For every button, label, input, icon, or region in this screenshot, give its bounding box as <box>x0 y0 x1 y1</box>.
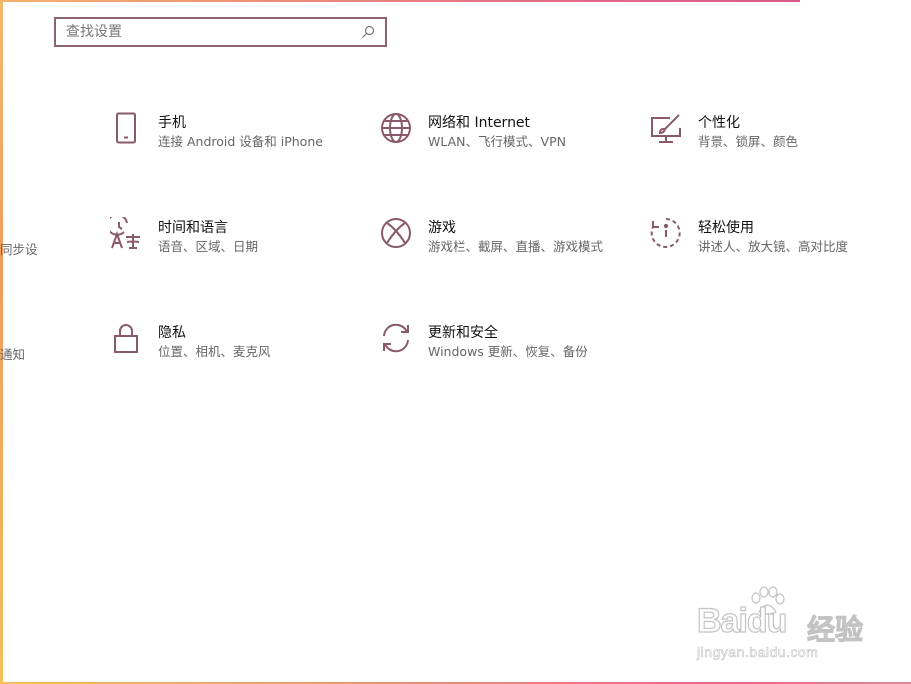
tile-desc: 连接 Android 设备和 iPhone <box>158 134 323 149</box>
window-edge-left <box>0 0 3 684</box>
tile-desc: 讲述人、放大镜、高对比度 <box>698 239 849 254</box>
tile-personalization[interactable]: 个性化 背景、锁屏、颜色 <box>650 112 798 151</box>
paintbrush-monitor-icon <box>650 112 682 144</box>
tile-title: 隐私 <box>158 325 186 341</box>
time-language-icon <box>110 217 142 249</box>
search-box[interactable] <box>54 17 387 47</box>
window-edge-top <box>0 0 800 2</box>
tile-title: 游戏 <box>428 220 456 236</box>
tile-title: 手机 <box>158 115 186 131</box>
tile-desc: 位置、相机、麦克风 <box>158 344 271 359</box>
tile-desc: Windows 更新、恢复、备份 <box>428 344 588 359</box>
search-icon[interactable] <box>357 21 379 43</box>
xbox-icon <box>380 217 412 249</box>
tile-desc: 背景、锁屏、颜色 <box>698 134 799 149</box>
watermark-logo: Baidu <box>696 601 788 640</box>
tile-title: 更新和安全 <box>428 325 498 341</box>
globe-icon <box>380 112 412 144</box>
tile-phone[interactable]: 手机 连接 Android 设备和 iPhone <box>110 112 323 151</box>
tile-title: 轻松使用 <box>698 220 754 236</box>
tile-desc: 游戏栏、截屏、直播、游戏模式 <box>428 239 604 254</box>
search-input[interactable] <box>56 19 357 45</box>
tile-desc: WLAN、飞行模式、VPN <box>428 134 566 149</box>
tile-ease-of-access[interactable]: 轻松使用 讲述人、放大镜、高对比度 <box>650 217 848 256</box>
baidu-watermark: Baidu 经验 jingyan.baidu.com <box>696 586 867 666</box>
watermark-url: jingyan.baidu.com <box>697 644 819 661</box>
lock-icon <box>110 322 142 354</box>
tile-update-security[interactable]: 更新和安全 Windows 更新、恢复、备份 <box>380 322 588 361</box>
tile-privacy[interactable]: 隐私 位置、相机、麦克风 <box>110 322 271 361</box>
partial-label-accounts[interactable]: 同步设 <box>0 239 38 258</box>
tile-network[interactable]: 网络和 Internet WLAN、飞行模式、VPN <box>380 112 566 151</box>
tile-title: 时间和语言 <box>158 220 228 236</box>
tile-desc: 语音、区域、日期 <box>158 239 259 254</box>
ease-of-access-icon <box>650 217 682 249</box>
tile-time-language[interactable]: 时间和语言 语音、区域、日期 <box>110 217 258 256</box>
refresh-icon <box>380 322 412 354</box>
partial-label-system[interactable]: 通知 <box>0 344 25 363</box>
tile-title: 个性化 <box>698 115 740 131</box>
tile-title: 网络和 Internet <box>428 115 531 131</box>
tile-gaming[interactable]: 游戏 游戏栏、截屏、直播、游戏模式 <box>380 217 603 256</box>
phone-icon <box>110 112 142 144</box>
watermark-cn: 经验 <box>806 613 864 647</box>
